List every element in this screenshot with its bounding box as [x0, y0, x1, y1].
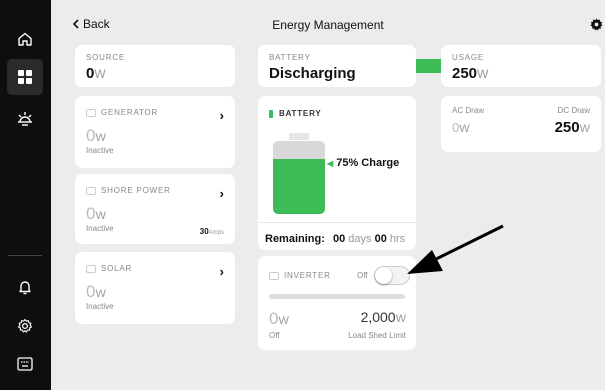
- ac-draw-row: 0W: [452, 119, 470, 137]
- grid-icon: [18, 70, 32, 84]
- usage-summary-card: USAGE 250W: [441, 45, 601, 87]
- settings-button[interactable]: [590, 18, 603, 36]
- inverter-label-row: INVERTER: [269, 271, 331, 280]
- nav-lighting-button[interactable]: [7, 101, 43, 137]
- shore-power-label: SHORE POWER: [101, 186, 171, 195]
- usage-unit: W: [477, 67, 489, 81]
- page-title: Energy Management: [272, 18, 384, 32]
- remaining-hrs-unit: hrs: [389, 233, 406, 245]
- dc-draw-value: 250: [554, 119, 580, 136]
- battery-summary-card: BATTERY Discharging: [258, 45, 416, 87]
- battery-summary-status: Discharging: [269, 65, 356, 82]
- generator-unit: W: [95, 132, 106, 144]
- shore-power-amps: 30Amps: [200, 227, 224, 236]
- remaining-hrs-value: 00: [374, 233, 387, 245]
- source-label: SOURCE: [86, 53, 126, 62]
- battery-charge-fill: [273, 159, 325, 214]
- usage-value: 250: [452, 65, 478, 82]
- amps-unit: Amps: [208, 230, 224, 236]
- battery-icon: [269, 109, 273, 118]
- solar-panel-icon: [86, 264, 96, 273]
- solar-label-row: SOLAR: [86, 264, 224, 273]
- caret-left-icon: ◀: [327, 159, 334, 168]
- inverter-limit-unit: W: [395, 313, 406, 325]
- ac-draw-unit: W: [459, 123, 470, 135]
- battery-card: BATTERY ◀ 75% Charge Remaining: 00 days …: [258, 96, 416, 250]
- chevron-right-icon: ›: [219, 264, 224, 279]
- chevron-right-icon: ›: [219, 186, 224, 201]
- solar-label: SOLAR: [101, 264, 133, 273]
- generator-label: GENERATOR: [101, 108, 159, 117]
- inverter-value-row: 0W: [269, 309, 289, 329]
- solar-unit: W: [95, 288, 106, 300]
- nav-divider: [8, 255, 42, 256]
- bell-icon: [19, 281, 31, 295]
- battery-remaining: Remaining: 00 days 00 hrs: [265, 233, 405, 245]
- remaining-days-value: 00: [332, 233, 346, 245]
- usage-value-row: 250W: [452, 65, 590, 83]
- energy-flow-connector: [416, 59, 441, 73]
- inverter-limit-label: Load Shed Limit: [348, 331, 406, 340]
- remaining-label: Remaining:: [265, 233, 325, 245]
- usage-label: USAGE: [452, 53, 485, 62]
- draw-values: 0W 250W: [452, 119, 590, 137]
- keyboard-icon: [17, 357, 33, 371]
- gear-icon: [17, 318, 33, 333]
- shore-power-card[interactable]: SHORE POWER › 0W Inactive 30Amps: [75, 174, 235, 244]
- solar-value-row: 0W: [86, 282, 224, 302]
- inverter-limit-row: 2,000W: [361, 309, 406, 327]
- source-card: SOURCE 0W: [75, 45, 235, 87]
- battery-summary-label: BATTERY: [269, 53, 311, 62]
- generator-status: Inactive: [86, 146, 114, 155]
- nav-settings-button[interactable]: [7, 308, 43, 344]
- shore-power-icon: [86, 186, 96, 195]
- inverter-load-bar: [269, 294, 405, 299]
- chevron-right-icon: ›: [219, 108, 224, 123]
- shore-power-unit: W: [95, 210, 106, 222]
- amps-value: 30: [199, 227, 209, 236]
- battery-label-row: BATTERY: [269, 109, 322, 118]
- inverter-status: Off: [269, 331, 280, 340]
- nav-alerts-button[interactable]: [7, 269, 43, 305]
- generator-label-row: GENERATOR: [86, 108, 224, 117]
- battery-divider: [258, 222, 416, 223]
- battery-charge-text: 75% Charge: [336, 157, 400, 169]
- battery-label: BATTERY: [279, 109, 322, 118]
- battery-gauge-cap: [289, 133, 309, 140]
- draw-labels: AC Draw DC Draw: [452, 106, 590, 115]
- inverter-limit-value: 2,000: [360, 309, 396, 325]
- generator-card[interactable]: GENERATOR › 0W Inactive: [75, 96, 235, 168]
- battery-charge-indicator: ◀ 75% Charge: [327, 157, 399, 169]
- dc-draw-row: 250W: [555, 119, 590, 137]
- inverter-card: INVERTER Off 0W Off 2,000W Load Shed Lim…: [258, 256, 416, 350]
- inverter-unit: W: [278, 315, 289, 327]
- nav-dashboard-button[interactable]: [7, 59, 43, 95]
- source-value-row: 0W: [86, 65, 224, 83]
- source-unit: W: [94, 67, 106, 81]
- shore-power-label-row: SHORE POWER: [86, 186, 224, 195]
- dc-draw-label: DC Draw: [557, 106, 590, 115]
- inverter-toggle-label: Off: [357, 271, 368, 280]
- solar-status: Inactive: [86, 302, 114, 311]
- sidebar-nav: [0, 0, 51, 390]
- draw-card: AC Draw DC Draw 0W 250W: [441, 96, 601, 152]
- sun-icon: [18, 112, 32, 126]
- ac-draw-label: AC Draw: [452, 106, 485, 115]
- generator-value-row: 0W: [86, 126, 224, 146]
- shore-power-value-row: 0W: [86, 204, 224, 224]
- home-icon: [18, 32, 32, 46]
- inverter-label: INVERTER: [284, 271, 331, 280]
- dc-draw-unit: W: [579, 123, 590, 135]
- nav-keyboard-button[interactable]: [7, 346, 43, 382]
- remaining-days-unit: days: [348, 233, 372, 245]
- battery-gauge: [273, 141, 325, 214]
- inverter-icon: [269, 271, 279, 280]
- generator-icon: [86, 108, 96, 117]
- inverter-toggle[interactable]: [374, 266, 410, 285]
- gear-icon: [590, 18, 603, 31]
- solar-card[interactable]: SOLAR › 0W Inactive: [75, 252, 235, 324]
- toggle-knob: [375, 267, 392, 284]
